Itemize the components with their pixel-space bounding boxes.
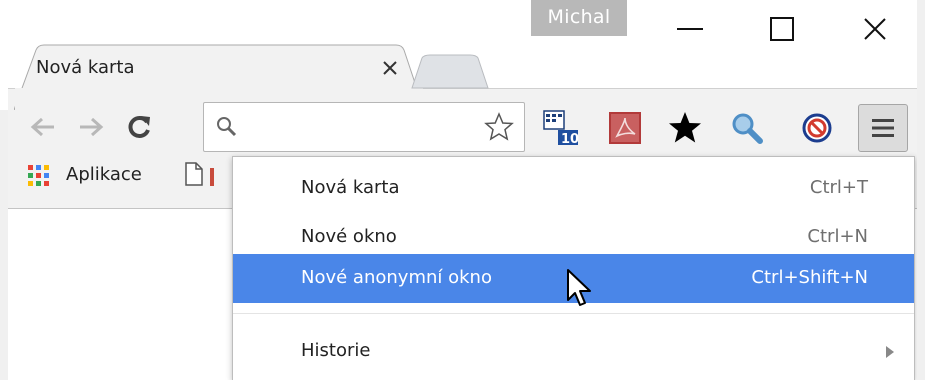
magnifier-icon (732, 113, 763, 144)
minimize-button[interactable] (650, 0, 730, 58)
tab-close-button[interactable] (378, 56, 402, 80)
arrow-right-icon (80, 117, 104, 137)
window-frame-right (917, 0, 925, 380)
extension-bookmark-star-button[interactable] (665, 108, 705, 148)
extension-calendar-button[interactable]: 10 (540, 108, 580, 148)
back-button[interactable] (26, 110, 60, 144)
bookmark-favicon-partial (210, 168, 214, 186)
profile-badge[interactable]: Michal (531, 0, 627, 36)
menu-item-label: Nová karta (301, 177, 400, 198)
reload-icon (128, 116, 150, 138)
menu-item-label: Historie (301, 340, 371, 361)
star-outline-icon[interactable] (484, 112, 514, 142)
hamburger-icon (872, 119, 894, 137)
extension-acrobat-button[interactable] (605, 108, 645, 148)
menu-item-shortcut: Ctrl+Shift+N (751, 267, 868, 288)
extension-block-button[interactable] (797, 108, 837, 148)
search-icon (217, 117, 237, 137)
minimize-icon (677, 28, 703, 30)
menu-item-history[interactable]: Historie (233, 327, 914, 376)
tab-title: Nová karta (36, 57, 135, 78)
calendar-10-icon: 10 (543, 110, 579, 147)
reload-button[interactable] (122, 110, 156, 144)
omnibox[interactable] (203, 102, 525, 152)
new-tab-shape (411, 54, 489, 89)
star-icon (669, 112, 701, 143)
acrobat-icon (609, 112, 641, 144)
new-tab-button[interactable] (408, 54, 492, 90)
menu-item-new-tab[interactable]: Nová karta Ctrl+T (233, 164, 914, 213)
forward-button[interactable] (74, 110, 108, 144)
close-button[interactable] (835, 0, 915, 58)
menu-item-label: Nové anonymní okno (301, 267, 492, 288)
arrow-left-icon (30, 117, 54, 137)
svg-text:10: 10 (561, 132, 579, 147)
block-icon (802, 113, 832, 143)
maximize-icon (770, 17, 794, 41)
page-icon[interactable] (184, 162, 204, 186)
close-icon (864, 18, 886, 40)
maximize-button[interactable] (742, 0, 822, 58)
chrome-menu-button[interactable] (858, 104, 908, 152)
menu-item-label: Nové okno (301, 226, 397, 247)
menu-item-shortcut: Ctrl+N (807, 226, 868, 247)
menu-item-shortcut: Ctrl+T (809, 177, 868, 198)
extension-search-button[interactable] (727, 108, 767, 148)
submenu-arrow-icon (886, 346, 894, 358)
close-icon (383, 61, 397, 75)
omnibox-input[interactable] (244, 113, 478, 143)
apps-grid-icon[interactable] (28, 165, 50, 187)
apps-shortcut-label[interactable]: Aplikace (66, 162, 142, 188)
menu-separator (233, 313, 914, 314)
mouse-pointer-icon (567, 269, 591, 306)
